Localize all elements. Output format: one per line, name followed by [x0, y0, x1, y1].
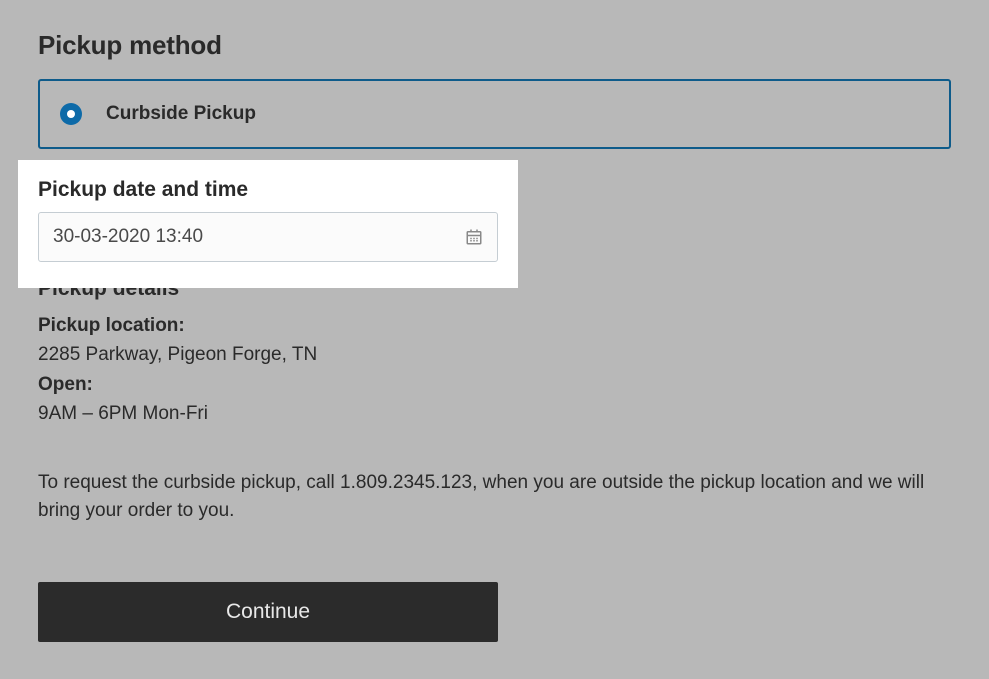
pickup-method-option-label: Curbside Pickup [106, 103, 256, 125]
continue-button[interactable]: Continue [38, 582, 498, 642]
pickup-open-value: 9AM – 6PM Mon-Fri [38, 399, 951, 428]
pickup-method-title: Pickup method [38, 30, 951, 61]
pickup-location-value: 2285 Parkway, Pigeon Forge, TN [38, 340, 951, 369]
calendar-icon [465, 228, 483, 246]
pickup-datetime-title: Pickup date and time [38, 178, 498, 202]
radio-selected-icon [60, 103, 82, 125]
pickup-location-label: Pickup location: [38, 311, 951, 340]
pickup-open-label: Open: [38, 370, 951, 399]
pickup-method-option[interactable]: Curbside Pickup [38, 79, 951, 149]
pickup-datetime-panel: Pickup date and time [18, 160, 518, 288]
pickup-datetime-field[interactable] [38, 212, 498, 262]
pickup-instructions: To request the curbside pickup, call 1.8… [38, 469, 951, 526]
pickup-datetime-input[interactable] [53, 226, 465, 248]
